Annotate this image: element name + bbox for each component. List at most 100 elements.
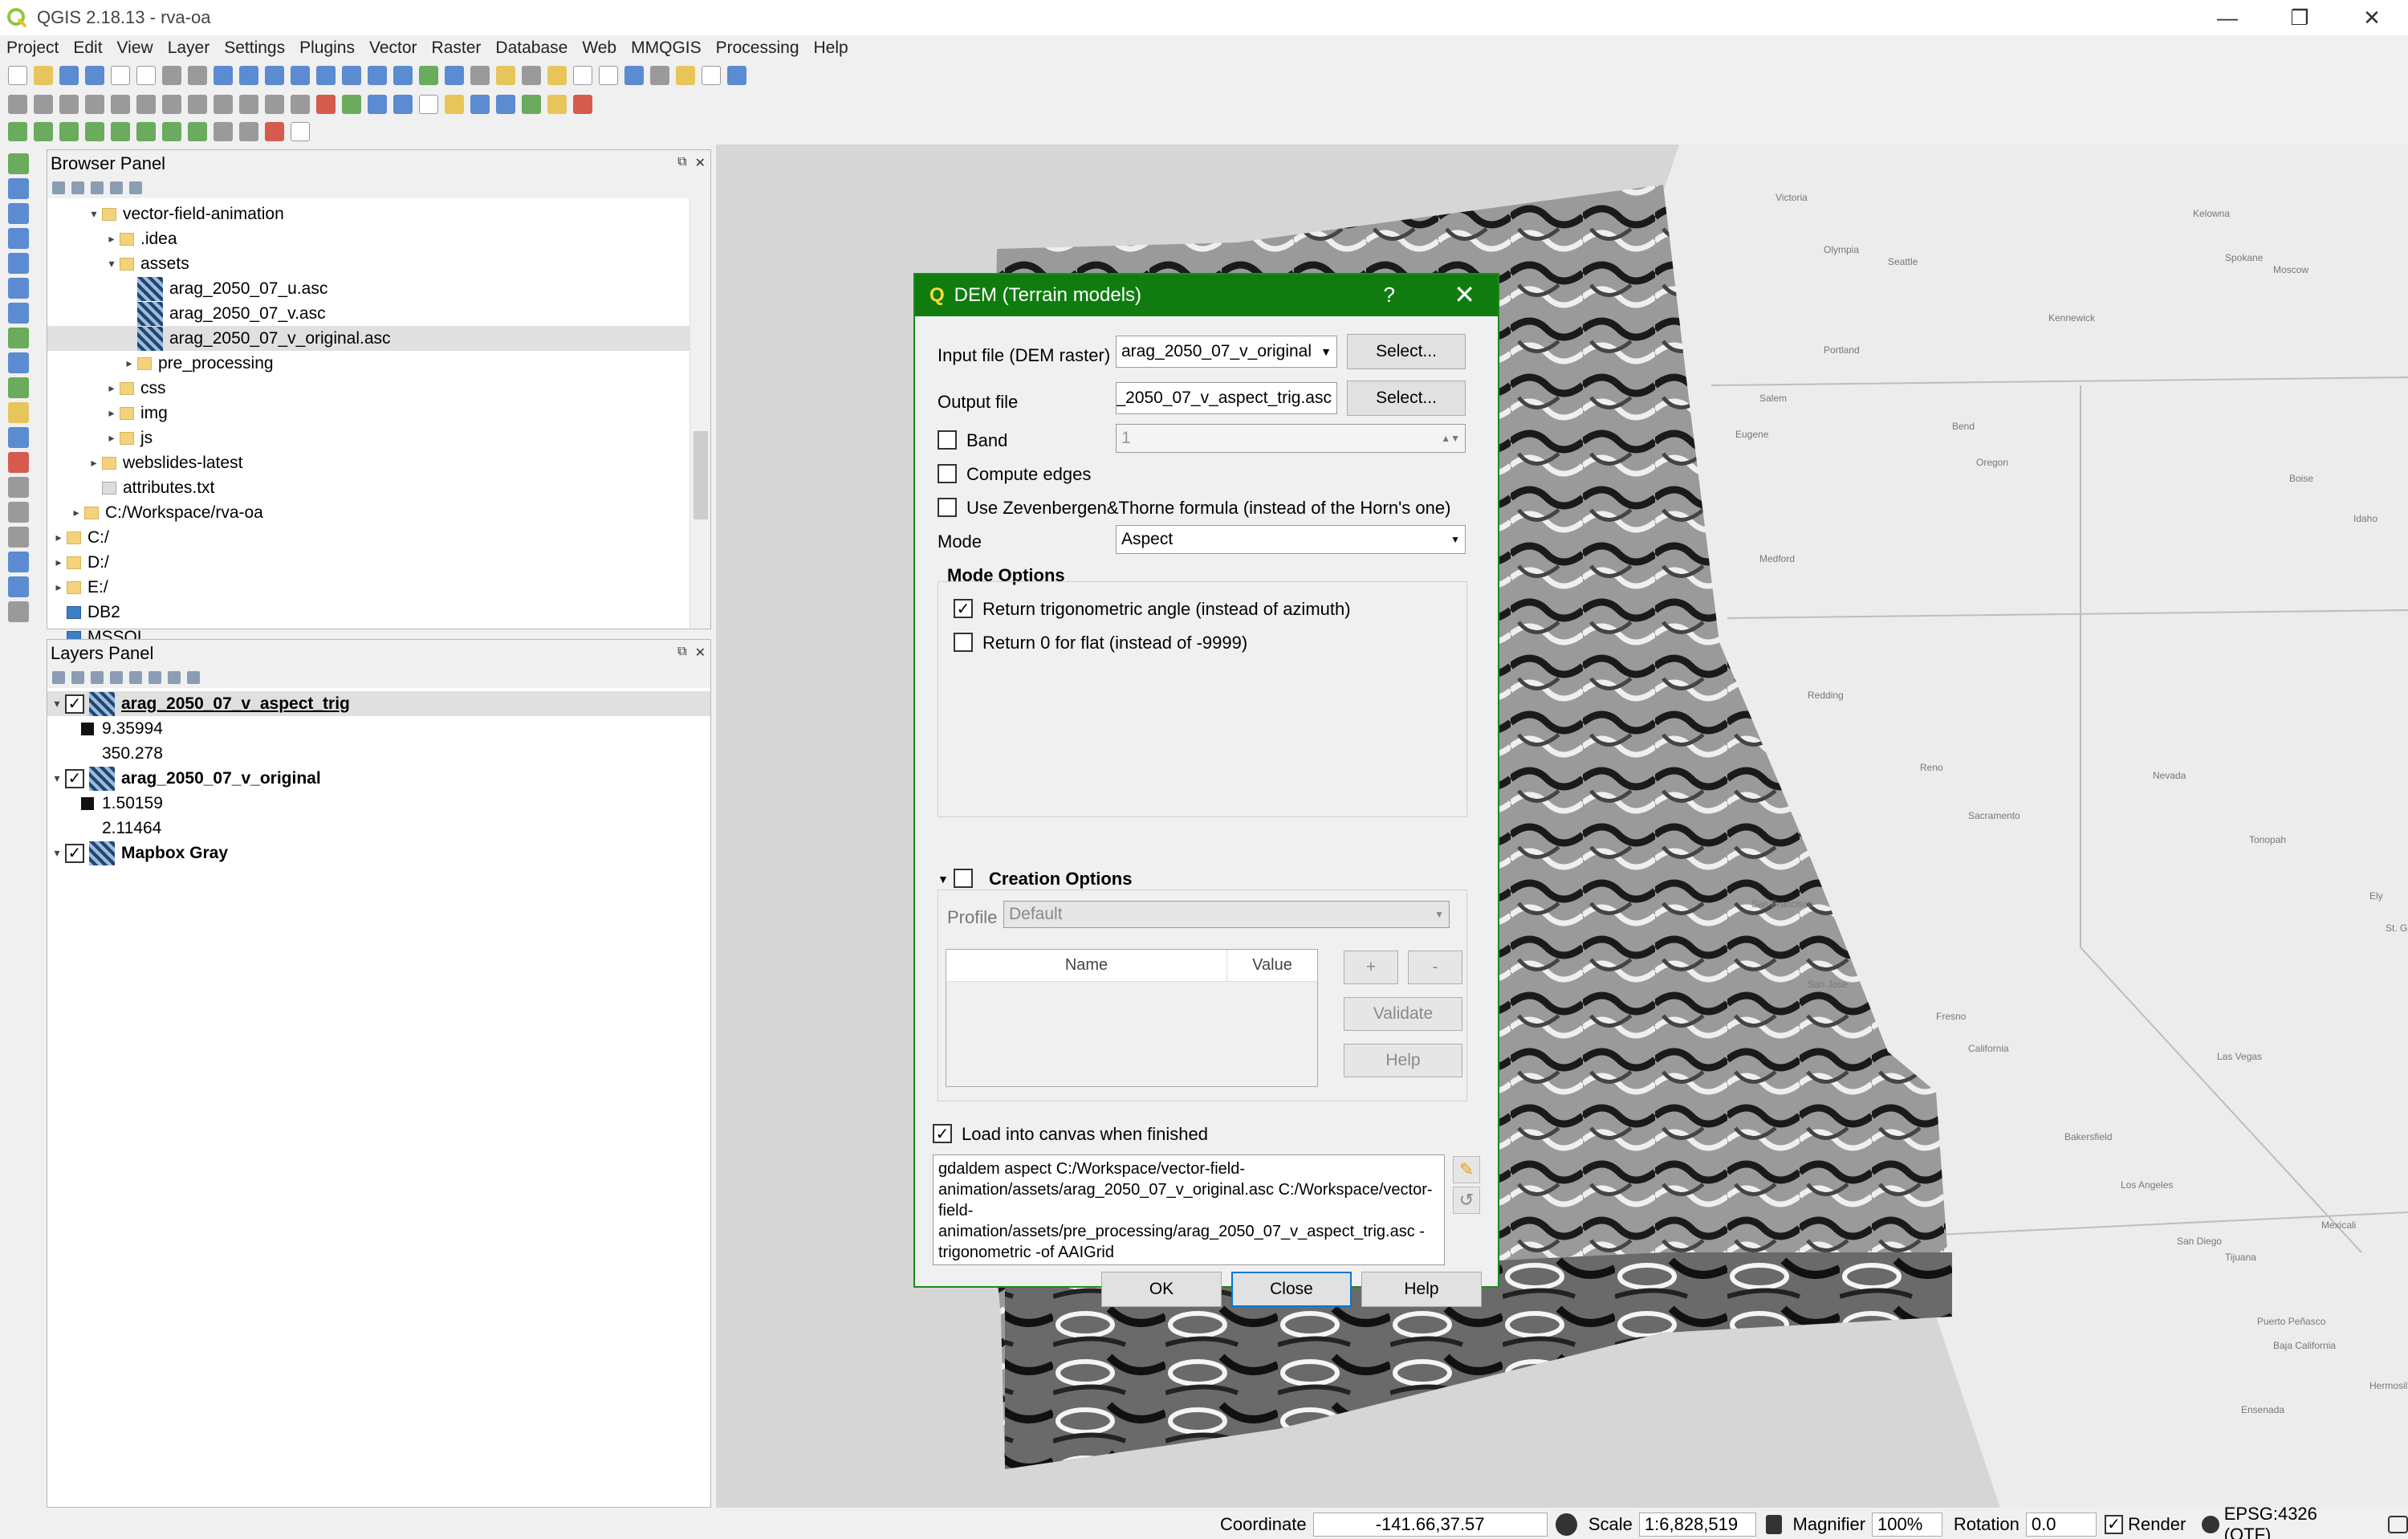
text-font-icon[interactable] [291,122,310,141]
zoom-next-icon[interactable] [393,66,413,85]
float-panel-icon[interactable]: ⧉ [677,645,686,661]
grid-icon[interactable] [214,122,233,141]
add-spatialite-layer-icon[interactable] [8,228,29,249]
browser-item[interactable]: ▸ webslides-latest [47,450,710,475]
minimize-button[interactable]: — [2191,0,2264,35]
browser-item[interactable]: attributes.txt [47,475,710,500]
zoom-full-icon[interactable] [265,66,284,85]
ok-button[interactable]: OK [1101,1272,1222,1307]
float-panel-icon[interactable]: ⧉ [677,155,686,171]
chevron-right-icon[interactable]: ▸ [51,556,67,569]
help-button[interactable]: Help [1361,1272,1482,1307]
browser-item[interactable]: ▸ C:/Workspace/rva-oa [47,500,710,525]
close-button[interactable]: Close [1231,1272,1352,1307]
zero-flat-checkbox[interactable] [954,633,973,652]
layer-diagram-icon[interactable] [34,122,53,141]
menu-plugins[interactable]: Plugins [299,39,355,58]
close-window-button[interactable]: ✕ [2336,0,2408,35]
menu-processing[interactable]: Processing [716,39,799,58]
creation-help-button[interactable]: Help [1344,1044,1462,1077]
chevron-right-icon[interactable]: ▸ [121,356,137,370]
browser-item[interactable]: ▸ pre_processing [47,351,710,376]
input-file-combo[interactable]: arag_2050_07_v_original ▼ [1116,336,1337,368]
identify-icon[interactable] [445,66,464,85]
add-mssql-layer-icon[interactable] [8,253,29,274]
layer-visibility-checkbox[interactable]: ✓ [65,843,84,863]
show-hide-labels-icon[interactable] [111,122,130,141]
input-select-button[interactable]: Select... [1347,334,1466,369]
add-selected-layers-icon[interactable] [52,181,65,194]
add-delimited-text-icon[interactable] [8,377,29,398]
help-context-icon[interactable] [727,66,746,85]
deselect-icon[interactable] [522,66,541,85]
new-project-icon[interactable] [8,66,27,85]
expand-all-icon[interactable] [148,671,161,684]
close-panel-icon[interactable]: ✕ [695,155,706,171]
browser-item[interactable]: ▾ assets [47,251,710,276]
heatmap-icon[interactable] [393,95,413,114]
lock-scale-icon[interactable] [1766,1514,1782,1534]
redo-icon[interactable] [291,95,310,114]
grid-plugin-icon[interactable] [470,95,490,114]
creation-options-checkbox[interactable] [954,869,973,888]
add-wcs-layer-icon[interactable] [8,402,29,423]
browser-item[interactable]: arag_2050_07_v_original.asc [47,326,710,351]
copy-features-icon[interactable] [214,95,233,114]
chevron-right-icon[interactable]: ▸ [86,456,102,470]
output-file-input[interactable]: g_2050_07_v_aspect_trig.asc [1116,382,1337,414]
layer-item[interactable]: ▾ ✓ arag_2050_07_v_aspect_trig [47,691,710,716]
compute-edges-checkbox[interactable] [938,464,957,483]
add-group-icon[interactable] [71,671,84,684]
csw-icon[interactable] [419,95,438,114]
chevron-right-icon[interactable]: ▸ [51,580,67,594]
new-shapefile-icon[interactable] [8,477,29,498]
chevron-right-icon[interactable]: ▸ [51,531,67,544]
model-builder-icon[interactable] [522,95,541,114]
close-panel-icon[interactable]: ✕ [695,645,706,661]
scrollbar-thumb[interactable] [694,431,708,519]
delete-selected-icon[interactable] [162,95,181,114]
create-layer-icon[interactable] [8,576,29,597]
save-project-icon[interactable] [59,66,79,85]
chevron-down-icon[interactable]: ▾ [49,846,65,860]
band-spinbox[interactable]: 1 ▲▼ [1116,424,1466,453]
field-calculator-icon[interactable] [599,66,618,85]
new-print-composer-icon[interactable] [111,66,130,85]
menu-edit[interactable]: Edit [73,39,102,58]
menu-project[interactable]: Project [6,39,59,58]
crs-globe-icon[interactable] [2202,1515,2219,1533]
browser-item[interactable]: ▸ img [47,401,710,425]
filter-expression-icon[interactable] [129,671,142,684]
zoom-native-icon[interactable] [342,66,361,85]
browser-item[interactable]: ▸ D:/ [47,550,710,575]
advanced-digitizing-icon[interactable] [265,122,284,141]
zevenbergen-checkbox[interactable] [938,498,957,517]
mode-select[interactable]: Aspect ▼ [1116,525,1466,554]
highlight-pinned-labels-icon[interactable] [59,122,79,141]
chevron-right-icon[interactable]: ▸ [104,406,120,420]
load-canvas-checkbox[interactable]: ✓ [933,1124,952,1143]
rotation-field[interactable]: 0.0 [2025,1512,2097,1537]
browser-item[interactable]: ▸ css [47,376,710,401]
chevron-down-icon[interactable]: ▾ [104,257,120,271]
map-tips-icon[interactable] [676,66,695,85]
add-feature-icon[interactable] [85,95,104,114]
chevron-right-icon[interactable]: ▸ [68,506,84,519]
table-header-name[interactable]: Name [946,950,1227,981]
menu-settings[interactable]: Settings [224,39,285,58]
add-db2-layer-icon[interactable] [8,278,29,299]
action-icon[interactable] [470,66,490,85]
dialog-close-icon[interactable]: ✕ [1454,279,1475,310]
browser-item[interactable]: ▸ C:/ [47,525,710,550]
move-feature-icon[interactable] [111,95,130,114]
add-vector-layer-icon[interactable] [8,153,29,174]
zoom-layer-icon[interactable] [316,66,336,85]
add-wfs-layer-icon[interactable] [8,427,29,448]
save-as-icon[interactable] [85,66,104,85]
globe-icon[interactable] [368,95,387,114]
processing-toolbox-icon[interactable] [496,95,515,114]
chevron-down-icon[interactable]: ▾ [86,207,102,221]
browser-item[interactable]: arag_2050_07_v.asc [47,301,710,326]
layer-visibility-checkbox[interactable]: ✓ [65,768,84,788]
menu-database[interactable]: Database [495,39,567,58]
